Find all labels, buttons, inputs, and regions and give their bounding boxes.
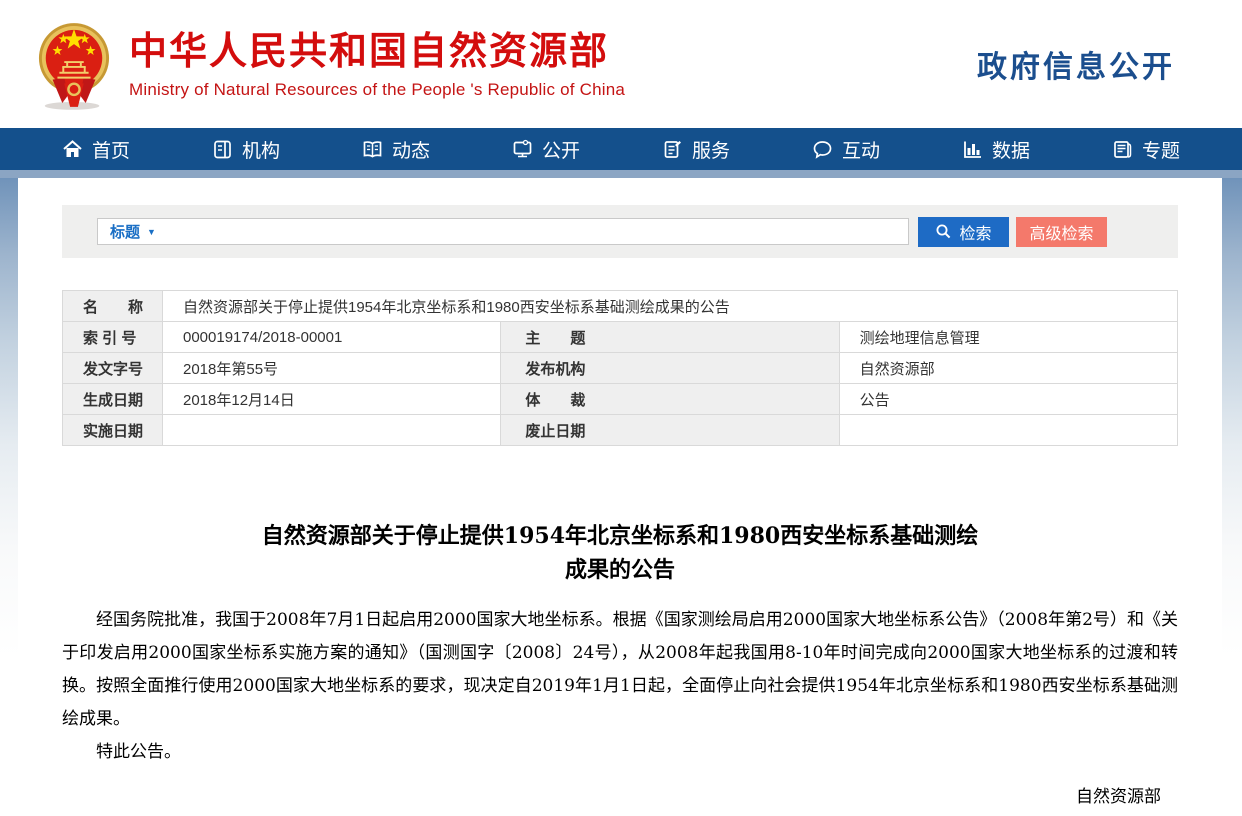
nav-item-organization[interactable]: 机构 <box>212 136 362 163</box>
article-paragraph: 特此公告。 <box>62 736 1178 769</box>
meta-name-value: 自然资源部关于停止提供1954年北京坐标系和1980西安坐标系基础测绘成果的公告 <box>163 291 1178 322</box>
article-paragraph: 经国务院批准，我国于2008年7月1日起启用2000国家大地坐标系。根据《国家测… <box>62 604 1178 736</box>
site-logo-link[interactable]: 中华人民共和国自然资源部 Ministry of Natural Resourc… <box>37 17 625 111</box>
nav-item-home[interactable]: 首页 <box>62 136 212 163</box>
meta-index-value: 000019174/2018-00001 <box>163 322 501 353</box>
nav-label: 专题 <box>1142 136 1180 163</box>
signature-agency: 自然资源部 <box>62 781 1161 813</box>
meta-genre-value: 公告 <box>839 384 1177 415</box>
table-row: 实施日期 废止日期 <box>63 415 1178 446</box>
meta-agency-label: 发布机构 <box>501 353 839 384</box>
search-input[interactable]: 标题 ▼ <box>97 218 909 245</box>
advanced-search-button[interactable]: 高级检索 <box>1016 217 1107 247</box>
chevron-down-icon: ▼ <box>147 227 156 237</box>
nav-item-service[interactable]: 服务 <box>662 136 812 163</box>
meta-subject-label: 主 题 <box>501 322 839 353</box>
nav-item-data[interactable]: 数据 <box>962 136 1112 163</box>
search-field-label: 标题 <box>110 221 140 242</box>
meta-agency-value: 自然资源部 <box>839 353 1177 384</box>
nav-item-topics[interactable]: 专题 <box>1112 136 1180 163</box>
service-icon <box>662 139 683 160</box>
meta-name-label: 名 称 <box>63 291 163 322</box>
nav-label: 互动 <box>842 136 880 163</box>
signature-block: 自然资源部 2018年12月14日 <box>62 781 1178 816</box>
meta-repeal-label: 废止日期 <box>501 415 839 446</box>
meta-docnum-label: 发文字号 <box>63 353 163 384</box>
data-icon <box>962 139 983 160</box>
article-title-line1: 自然资源部关于停止提供1954年北京坐标系和1980西安坐标系基础测绘 <box>262 523 978 549</box>
nav-label: 首页 <box>92 136 130 163</box>
meta-genre-label: 体 裁 <box>501 384 839 415</box>
site-title-en: Ministry of Natural Resources of the Peo… <box>129 80 625 100</box>
brand-text: 中华人民共和国自然资源部 Ministry of Natural Resourc… <box>129 29 625 100</box>
news-icon <box>362 139 383 160</box>
site-title-cn: 中华人民共和国自然资源部 <box>129 29 625 75</box>
article-title: 自然资源部关于停止提供1954年北京坐标系和1980西安坐标系基础测绘 成果的公… <box>62 519 1178 587</box>
main-nav: 首页 机构 动态 公开 <box>0 128 1242 170</box>
nav-item-disclosure[interactable]: 公开 <box>512 136 662 163</box>
interaction-icon <box>812 139 833 160</box>
meta-gendate-value: 2018年12月14日 <box>163 384 501 415</box>
meta-subject-value: 测绘地理信息管理 <box>839 322 1177 353</box>
meta-impl-value <box>163 415 501 446</box>
search-icon <box>935 223 952 240</box>
meta-impl-label: 实施日期 <box>63 415 163 446</box>
nav-accent-strip <box>0 170 1242 178</box>
meta-gendate-label: 生成日期 <box>63 384 163 415</box>
nav-label: 机构 <box>242 136 280 163</box>
search-bar: 标题 ▼ 检索 高级检索 <box>62 205 1178 258</box>
page: 中华人民共和国自然资源部 Ministry of Natural Resourc… <box>0 0 1242 816</box>
content-background: 标题 ▼ 检索 高级检索 名 称 <box>0 178 1242 816</box>
meta-index-label: 索 引 号 <box>63 322 163 353</box>
meta-docnum-value: 2018年第55号 <box>163 353 501 384</box>
page-title: 政府信息公开 <box>977 42 1175 86</box>
national-emblem-icon <box>37 17 111 111</box>
disclosure-icon <box>512 139 533 160</box>
organization-icon <box>212 139 233 160</box>
search-button-label: 检索 <box>959 220 991 244</box>
advanced-search-label: 高级检索 <box>1029 220 1093 244</box>
nav-item-interaction[interactable]: 互动 <box>812 136 962 163</box>
nav-label: 公开 <box>542 136 580 163</box>
meta-repeal-value <box>839 415 1177 446</box>
table-row: 名 称 自然资源部关于停止提供1954年北京坐标系和1980西安坐标系基础测绘成… <box>63 291 1178 322</box>
document-meta-table: 名 称 自然资源部关于停止提供1954年北京坐标系和1980西安坐标系基础测绘成… <box>62 290 1178 446</box>
announcement-article: 自然资源部关于停止提供1954年北京坐标系和1980西安坐标系基础测绘 成果的公… <box>62 519 1178 816</box>
table-row: 发文字号 2018年第55号 发布机构 自然资源部 <box>63 353 1178 384</box>
content-panel: 标题 ▼ 检索 高级检索 名 称 <box>18 178 1222 816</box>
nav-label: 服务 <box>692 136 730 163</box>
nav-label: 数据 <box>992 136 1030 163</box>
search-button[interactable]: 检索 <box>918 217 1009 247</box>
table-row: 生成日期 2018年12月14日 体 裁 公告 <box>63 384 1178 415</box>
nav-label: 动态 <box>392 136 430 163</box>
nav-item-news[interactable]: 动态 <box>362 136 512 163</box>
site-header: 中华人民共和国自然资源部 Ministry of Natural Resourc… <box>0 0 1242 128</box>
article-title-line2: 成果的公告 <box>565 557 675 583</box>
home-icon <box>62 139 83 160</box>
table-row: 索 引 号 000019174/2018-00001 主 题 测绘地理信息管理 <box>63 322 1178 353</box>
search-field-selector[interactable]: 标题 ▼ <box>110 221 156 242</box>
topics-icon <box>1112 139 1133 160</box>
